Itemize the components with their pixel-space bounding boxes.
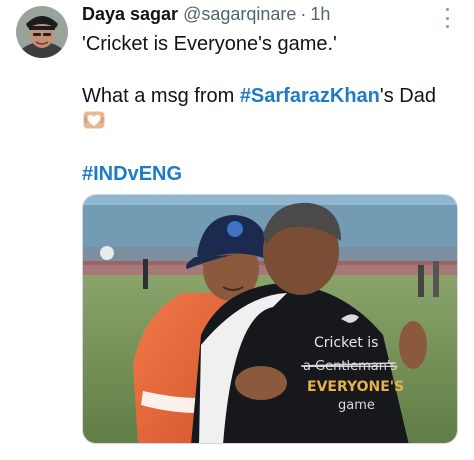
heart-hands-emoji: [83, 111, 105, 129]
tweet-text-line2: What a msg from #SarfarazKhan's Dad: [82, 84, 436, 108]
avatar-image: [16, 6, 68, 58]
tweet-text-suffix: 's Dad: [379, 85, 436, 107]
user-handle[interactable]: @sagarqinare: [183, 4, 296, 25]
jacket-text-line4: game: [338, 398, 375, 413]
hashtag-link[interactable]: #SarfarazKhan: [240, 85, 380, 107]
hashtag-link[interactable]: #INDvENG: [82, 163, 182, 185]
more-vertical-icon[interactable]: [438, 8, 456, 28]
tweet-media-photo[interactable]: Cricket is a Gentleman's EVERYONE'S game: [82, 194, 458, 444]
tweet-header: Daya sagar @sagarqinare · 1h: [82, 4, 330, 26]
jacket-text-line2: a Gentleman's: [303, 359, 398, 374]
display-name[interactable]: Daya sagar: [82, 4, 178, 25]
tweet-text-line1: 'Cricket is Everyone's game.': [82, 33, 337, 55]
avatar[interactable]: [16, 6, 68, 58]
jacket-text-line1: Cricket is: [314, 335, 378, 351]
separator-dot: ·: [300, 4, 307, 24]
timestamp[interactable]: 1h: [310, 4, 330, 25]
jacket-text-line3: EVERYONE'S: [307, 379, 404, 395]
tweet-text-line3: #INDvENG: [82, 162, 182, 186]
tweet-text-prefix: What a msg from: [82, 85, 240, 107]
